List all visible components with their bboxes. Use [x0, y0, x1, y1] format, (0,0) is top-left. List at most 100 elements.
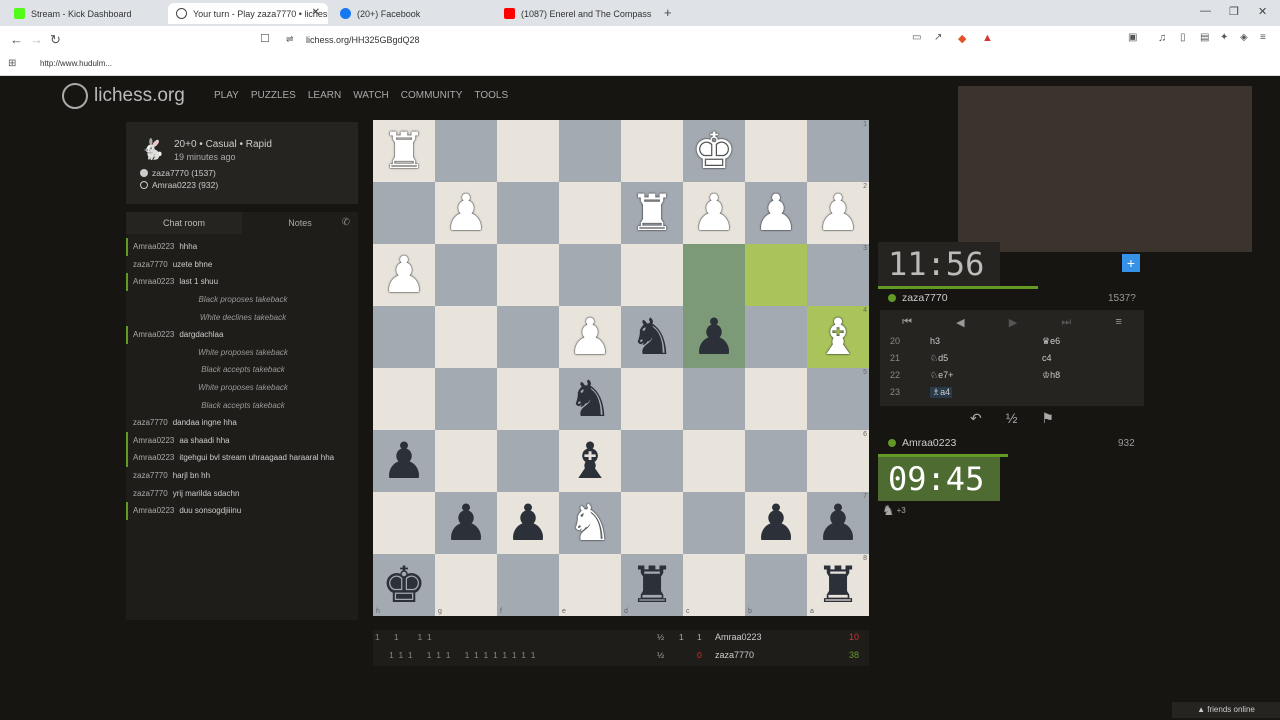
black-rook-icon[interactable]: ♜ — [630, 560, 675, 610]
white-move[interactable]: ♘e7+ — [930, 370, 953, 381]
new-tab-icon[interactable]: + — [664, 5, 672, 20]
apps-icon[interactable]: ⊞ — [8, 58, 16, 69]
board-square[interactable] — [621, 430, 683, 492]
tab-facebook[interactable]: (20+) Facebook — [332, 3, 492, 24]
leo-icon[interactable]: ✦ — [1220, 32, 1228, 43]
phone-icon[interactable]: ✆ — [342, 217, 350, 228]
board-square[interactable] — [745, 244, 807, 306]
share-icon[interactable]: ↗ — [934, 32, 942, 43]
board-square[interactable] — [373, 306, 435, 368]
board-square[interactable]: ♟ — [373, 430, 435, 492]
forward-icon[interactable]: → — [30, 32, 43, 47]
board-square[interactable] — [497, 368, 559, 430]
wallet-icon[interactable]: ▤ — [1200, 32, 1209, 43]
board-square[interactable] — [373, 368, 435, 430]
chat-username[interactable]: Amraa0223 — [133, 242, 174, 251]
board-square[interactable] — [435, 306, 497, 368]
board-square[interactable] — [745, 430, 807, 492]
black-knight-icon[interactable]: ♞ — [630, 312, 675, 362]
white-player-info[interactable]: zaza7770 (1537) — [140, 168, 216, 178]
chat-username[interactable]: Amraa0223 — [133, 436, 174, 445]
white-pawn-icon[interactable]: ♟ — [568, 312, 613, 362]
white-rook-icon[interactable]: ♜ — [382, 126, 427, 176]
board-square[interactable]: ♟ — [683, 306, 745, 368]
reader-icon[interactable]: ▯ — [1180, 32, 1186, 43]
vpn-icon[interactable]: ◈ — [1240, 32, 1248, 43]
board-square[interactable] — [621, 120, 683, 182]
black-bishop-icon[interactable]: ♝ — [568, 436, 613, 486]
black-pawn-icon[interactable]: ♟ — [816, 498, 861, 548]
nav-learn[interactable]: LEARN — [308, 90, 341, 101]
maximize-icon[interactable]: ❐ — [1229, 5, 1239, 18]
takeback-icon[interactable]: ↶ — [970, 410, 982, 427]
board-square[interactable] — [559, 120, 621, 182]
cast-icon[interactable]: ▭ — [912, 32, 921, 43]
bookmark-icon[interactable]: ☐ — [260, 32, 270, 45]
board-square[interactable]: ♞ — [559, 492, 621, 554]
chat-username[interactable]: zaza7770 — [133, 489, 168, 498]
lichess-logo[interactable]: lichess.org — [62, 83, 185, 109]
black-player-info[interactable]: Amraa0223 (932) — [140, 180, 218, 190]
nav-community[interactable]: COMMUNITY — [401, 90, 463, 101]
black-pawn-icon[interactable]: ♟ — [382, 436, 427, 486]
board-square[interactable]: ♟ — [435, 182, 497, 244]
board-square[interactable] — [683, 430, 745, 492]
tab-chat-room[interactable]: Chat room — [126, 212, 242, 234]
white-bishop-icon[interactable]: ♝ — [816, 312, 861, 362]
board-square[interactable] — [683, 368, 745, 430]
board-square[interactable] — [745, 368, 807, 430]
crosstable-player[interactable]: Amraa0223 — [715, 632, 762, 642]
black-pawn-icon[interactable]: ♟ — [692, 312, 737, 362]
menu-icon[interactable]: ≡ — [1260, 32, 1266, 43]
black-move[interactable]: ♛e6 — [1042, 336, 1060, 347]
board-square[interactable] — [497, 430, 559, 492]
board-square[interactable]: ♟ — [745, 492, 807, 554]
board-square[interactable] — [683, 244, 745, 306]
white-pawn-icon[interactable]: ♟ — [382, 250, 427, 300]
board-square[interactable] — [745, 306, 807, 368]
last-move-icon[interactable]: ⏭ — [1061, 316, 1071, 329]
brave-shield-icon[interactable]: ◆ — [958, 32, 966, 45]
board-square[interactable] — [373, 492, 435, 554]
board-square[interactable] — [559, 244, 621, 306]
board-square[interactable] — [683, 492, 745, 554]
chess-board[interactable]: ♜ ♚ 1 ♟ ♜ ♟ ♟ ♟ 2 ♟ 3 ♟ ♞ ♟ ♝ 4 ♞ 5 ♟ ♝ 6 ♟ ♟ ♞ ♟ ♟ 7 ♚ h g f e ♜ d c b ♜ 8 a — [373, 120, 869, 616]
white-pawn-icon[interactable]: ♟ — [444, 188, 489, 238]
tab-kick[interactable]: Stream - Kick Dashboard — [6, 3, 166, 24]
chat-username[interactable]: Amraa0223 — [133, 330, 174, 339]
board-square[interactable]: ♟ — [745, 182, 807, 244]
board-square[interactable] — [621, 244, 683, 306]
board-square[interactable] — [621, 492, 683, 554]
resign-flag-icon[interactable]: ⚑ — [1041, 410, 1054, 427]
url-field[interactable]: ⇌ lichess.org/HH325GBgdQ28 — [280, 31, 920, 49]
board-square[interactable] — [559, 182, 621, 244]
black-move[interactable]: ♔h8 — [1042, 370, 1060, 381]
board-square[interactable]: 6 — [807, 430, 869, 492]
friends-online-button[interactable]: ▲ friends online — [1172, 702, 1280, 718]
white-king-icon[interactable]: ♚ — [692, 126, 737, 176]
black-rook-icon[interactable]: ♜ — [816, 560, 861, 610]
tab-youtube[interactable]: (1087) Enerel and The Compass — [496, 3, 662, 24]
board-square[interactable]: 3 — [807, 244, 869, 306]
board-square[interactable]: ♜ 8 a — [807, 554, 869, 616]
chat-username[interactable]: zaza7770 — [133, 260, 168, 269]
add-time-icon[interactable]: + — [1122, 254, 1140, 272]
chat-username[interactable]: Amraa0223 — [133, 453, 174, 462]
minimize-icon[interactable]: — — [1200, 5, 1211, 17]
white-pawn-icon[interactable]: ♟ — [692, 188, 737, 238]
board-square[interactable] — [435, 244, 497, 306]
first-move-icon[interactable]: ⏮ — [902, 316, 912, 329]
board-square[interactable]: c — [683, 554, 745, 616]
black-pawn-icon[interactable]: ♟ — [444, 498, 489, 548]
board-square[interactable]: ♜ — [373, 120, 435, 182]
board-square[interactable]: ♞ — [559, 368, 621, 430]
chat-username[interactable]: zaza7770 — [133, 471, 168, 480]
board-square[interactable] — [497, 244, 559, 306]
site-info-icon[interactable]: ⇌ — [286, 34, 294, 45]
board-square[interactable]: ♚ — [683, 120, 745, 182]
chat-username[interactable]: Amraa0223 — [133, 506, 174, 515]
reload-icon[interactable]: ↻ — [50, 32, 61, 48]
board-square[interactable]: ♟ — [559, 306, 621, 368]
board-square[interactable]: ♟ — [373, 244, 435, 306]
black-pawn-icon[interactable]: ♟ — [506, 498, 551, 548]
